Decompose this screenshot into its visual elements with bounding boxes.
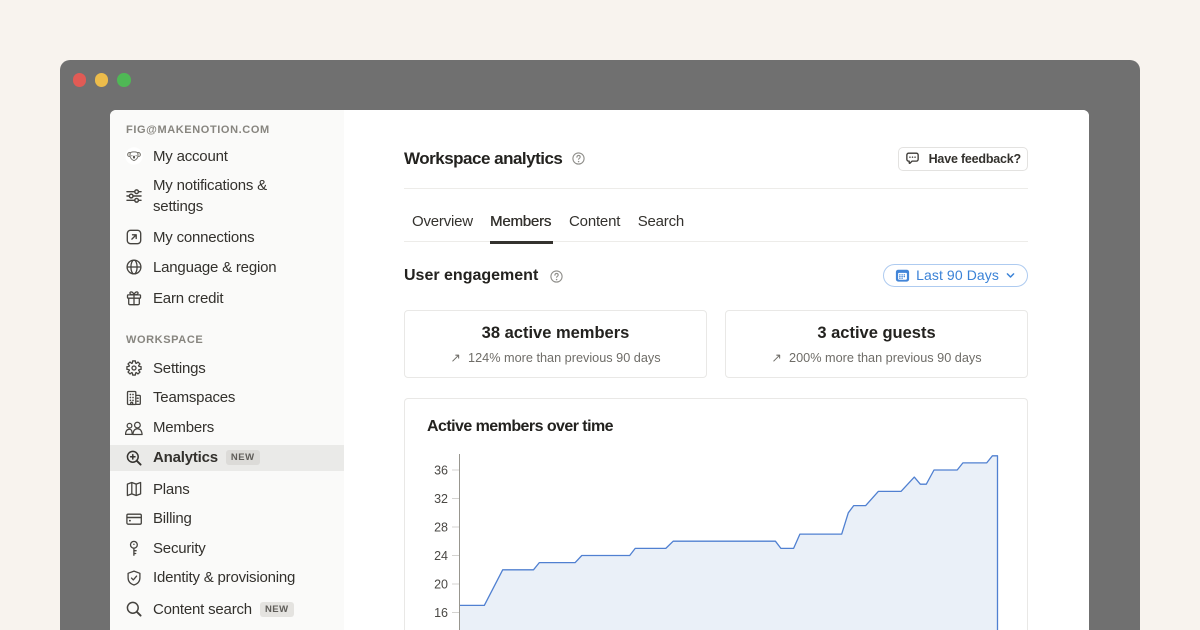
svg-text:36: 36 <box>434 464 448 478</box>
svg-text:24: 24 <box>434 549 448 563</box>
svg-text:32: 32 <box>434 492 448 506</box>
svg-text:16: 16 <box>434 606 448 620</box>
svg-text:20: 20 <box>434 578 448 592</box>
svg-text:28: 28 <box>434 521 448 535</box>
